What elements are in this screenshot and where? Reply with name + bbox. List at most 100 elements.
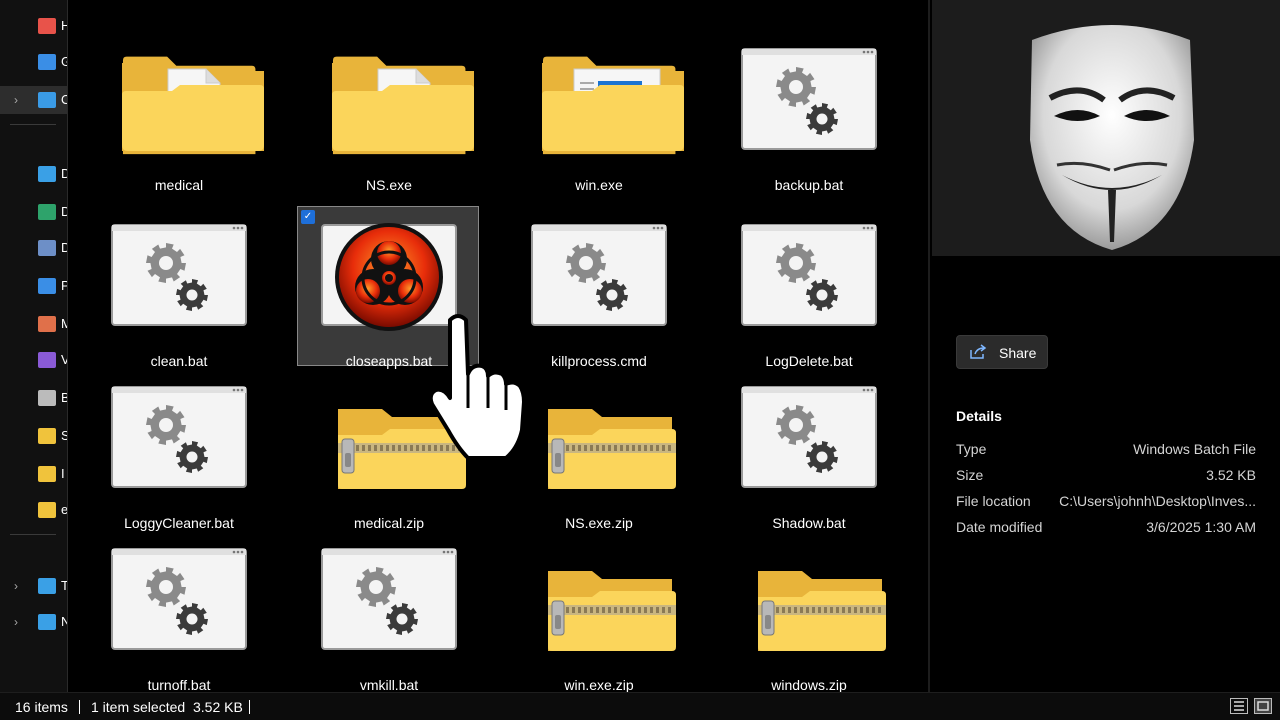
item-count: 16 items [15,699,68,715]
file-name: NS.exe [366,177,412,193]
tiles-view-button[interactable] [1254,698,1272,714]
file-item[interactable]: backup.bat [717,30,899,193]
file-name: LogDelete.bat [765,353,853,369]
file-name: Shadow.bat [772,515,846,531]
batch-file-icon [718,369,900,499]
nav-item-label: S [61,428,67,443]
nav-item-desktop[interactable]: Desktop [0,160,67,188]
videos-icon [38,352,56,368]
nav-item-label: This PC [61,578,67,593]
nav-item-i[interactable]: I [0,460,67,488]
status-separator [249,700,250,714]
nav-item-documents[interactable]: Documents [0,234,67,262]
documents-icon [38,240,56,256]
nav-item-pictures[interactable]: Pictures [0,272,67,300]
nav-item-gallery[interactable]: Gallery [0,48,67,76]
batch-file-icon [298,531,480,661]
folder-icon [38,466,56,482]
nav-divider [10,534,56,535]
file-name: vmkill.bat [359,677,419,693]
gallery-icon [38,54,56,70]
folder-icon [88,31,270,161]
file-name: turnoff.bat [147,677,211,693]
file-item[interactable]: vmkill.bat [297,530,480,693]
nav-item-label: Desktop [61,166,67,181]
folder-icon [38,502,56,518]
property-key: Size [956,467,984,483]
nav-item-s[interactable]: S [0,422,67,450]
details-heading: Details [956,408,1002,424]
file-name: win.exe [575,177,623,193]
chevron-right-icon[interactable]: › [14,93,18,107]
file-item[interactable]: windows.zip [717,530,900,693]
nav-item-onedrive[interactable]: › OneDrive [0,86,67,114]
music-icon [38,316,56,332]
property-key: Date modified [956,519,1043,535]
property-value: Windows Batch File [1133,441,1256,457]
nav-item-music[interactable]: Music [0,310,67,338]
nav-item-label: Downloads [61,204,67,219]
nav-item-label: e [61,502,68,517]
folder-icon [508,31,690,161]
nav-item-label: Gallery [61,54,67,69]
file-name: NS.exe.zip [565,515,633,531]
file-item[interactable]: clean.bat [87,206,269,369]
network-icon [38,614,56,630]
share-label: Share [999,345,1037,361]
property-value: 3/6/2025 1:30 AM [1146,519,1256,535]
desktop-icon [38,166,56,182]
file-name: win.exe.zip [564,677,634,693]
property-key: File location [956,493,1031,509]
nav-item-label: Music [61,316,67,331]
share-button[interactable]: Share [956,335,1048,369]
file-item[interactable]: LogDelete.bat [717,206,899,369]
nav-item-this-pc[interactable]: › This PC [0,572,67,600]
property-size: Size 3.52 KB [956,467,1256,487]
details-view-button[interactable] [1230,698,1248,714]
nav-item-videos[interactable]: Videos [0,346,67,374]
nav-item-downloads[interactable]: Downloads [0,198,67,226]
status-bar: 16 items 1 item selected 3.52 KB [0,692,1280,720]
file-item[interactable]: win.exe.zip [507,530,690,693]
chevron-right-icon[interactable]: › [14,579,18,593]
nav-item-label: OneDrive [61,92,67,107]
batch-file-icon [88,369,270,499]
tiles-icon [1257,701,1269,711]
zip-folder-icon [508,531,690,661]
selection-checkbox[interactable]: ✓ [301,210,315,224]
folder-icon [298,31,480,161]
file-item[interactable]: NS.exe [297,30,480,193]
file-item[interactable]: turnoff.bat [87,530,270,693]
nav-item-label: I [61,466,65,481]
file-name: LoggyCleaner.bat [124,515,234,531]
nav-item-label: Home [61,18,67,33]
nav-item-label: Network [61,614,67,629]
zip-folder-icon [718,531,900,661]
nav-item-backup[interactable]: Backup [0,384,67,412]
selection-size: 3.52 KB [193,699,243,715]
file-item[interactable]: win.exe [507,30,690,193]
file-name: windows.zip [771,677,847,693]
status-separator [79,700,80,714]
navigation-pane: Home Gallery › OneDrive Desktop Downloads Docu… [0,0,68,692]
nav-item-e[interactable]: e [0,496,68,524]
property-value: C:\Users\johnh\Desktop\Inves... [1059,493,1256,509]
nav-divider [10,124,56,125]
share-icon [969,344,987,365]
file-name: backup.bat [774,177,844,193]
file-item[interactable]: Shadow.bat [717,368,900,531]
file-name: medical [154,177,204,193]
file-item[interactable]: LoggyCleaner.bat [87,368,270,531]
mask-preview-image [932,0,1280,256]
hand-cursor-icon [428,314,526,460]
pc-icon [38,578,56,594]
property-date-modified: Date modified 3/6/2025 1:30 AM [956,519,1256,539]
batch-file-icon [88,531,270,661]
folder-icon [38,428,56,444]
nav-item-home[interactable]: Home [0,12,67,40]
nav-item-network[interactable]: › Network [0,608,67,636]
file-item[interactable]: medical [87,30,270,193]
file-preview [932,0,1280,256]
chevron-right-icon[interactable]: › [14,615,18,629]
property-key: Type [956,441,987,457]
